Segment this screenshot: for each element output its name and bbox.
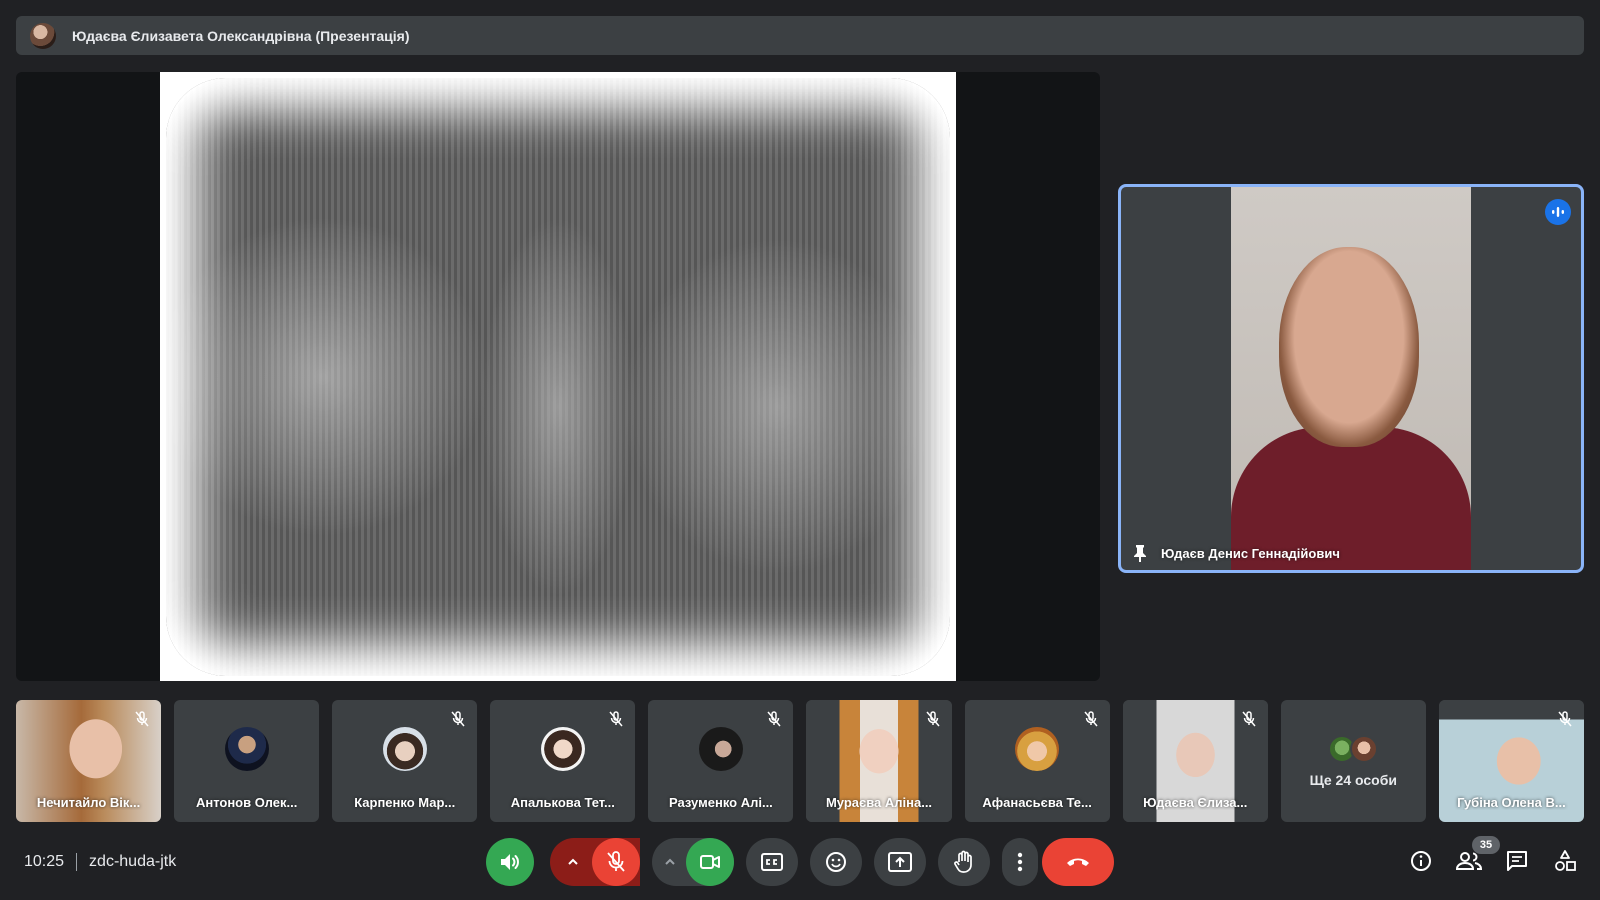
participant-tile[interactable]: Афанасьєва Те...: [964, 700, 1110, 822]
pin-icon[interactable]: [1131, 544, 1149, 562]
participant-name: Афанасьєва Те...: [982, 795, 1092, 810]
mic-off-icon: [922, 708, 944, 730]
chat-icon: [1507, 851, 1527, 871]
mic-off-icon: [1238, 708, 1260, 730]
speaking-indicator-icon: [1545, 199, 1571, 225]
captions-button[interactable]: [746, 838, 798, 886]
participant-avatar: [540, 727, 585, 771]
meeting-time: 10:25: [24, 853, 65, 870]
chevron-up-icon: [665, 858, 675, 865]
mic-off-icon: [447, 708, 469, 730]
present-screen-icon: [888, 852, 912, 872]
participant-tile[interactable]: Юдаєва Єлиза...: [1122, 700, 1268, 822]
present-button[interactable]: [874, 838, 926, 886]
mic-off-icon: [1080, 708, 1102, 730]
presenter-name: Юдаєва Єлизавета Олександрівна (Презента…: [72, 27, 410, 44]
hand-icon: [954, 850, 972, 873]
presentation-slide: [160, 72, 956, 681]
audio-output-button[interactable]: [486, 838, 534, 886]
participant-filmstrip: Нечитайло Вік... Антонов Олек... Карпенк…: [16, 700, 1584, 822]
slide-photo: [166, 77, 950, 676]
more-vert-icon: [1017, 852, 1023, 872]
mic-off-icon: [131, 708, 153, 730]
chat-button[interactable]: [1504, 848, 1530, 874]
mic-toggle-button[interactable]: [592, 838, 640, 886]
meeting-code: zdc-huda-jtk: [89, 853, 177, 870]
mic-off-icon: [763, 708, 785, 730]
mic-off-icon: [607, 851, 625, 872]
speaker-head: [1279, 247, 1419, 447]
participant-avatar: [1015, 727, 1060, 771]
more-participants-avatars: [1328, 735, 1379, 763]
participant-avatar: [698, 727, 743, 771]
more-participants-label: Ще 24 особи: [1309, 772, 1397, 788]
participant-name: Губіна Олена В...: [1457, 795, 1566, 810]
mic-off-icon: [605, 708, 627, 730]
participant-name: Апалькова Тет...: [510, 795, 615, 810]
mic-off-icon: [1554, 708, 1576, 730]
participant-name: Мураєва Аліна...: [825, 795, 933, 810]
speaker-video: [1231, 187, 1471, 570]
participant-name: Разуменко Алі...: [669, 795, 773, 810]
people-icon: [1456, 852, 1482, 870]
active-speaker-tile[interactable]: Юдаєв Денис Геннадійович: [1118, 184, 1584, 573]
participant-tile[interactable]: Апалькова Тет...: [490, 700, 636, 822]
control-bar: 10:25 zdc-huda-jtk 35: [0, 836, 1600, 900]
videocam-icon: [700, 855, 720, 869]
activities-icon: [1555, 850, 1576, 871]
chevron-up-icon: [568, 858, 578, 865]
presenter-avatar: [30, 22, 56, 49]
participant-tile[interactable]: Антонов Олек...: [174, 700, 320, 822]
divider: [76, 853, 78, 871]
participant-tile[interactable]: Мураєва Аліна...: [806, 700, 952, 822]
activities-button[interactable]: [1552, 848, 1578, 874]
raise-hand-button[interactable]: [938, 838, 990, 886]
more-options-button[interactable]: [1002, 838, 1038, 886]
participant-name: Карпенко Мар...: [354, 795, 456, 810]
info-icon: [1411, 851, 1431, 871]
volume-icon: [501, 854, 519, 870]
people-button[interactable]: [1456, 848, 1482, 874]
call-end-icon: [1067, 858, 1089, 866]
presenter-bar: Юдаєва Єлизавета Олександрівна (Презента…: [16, 16, 1584, 55]
speaker-label: Юдаєв Денис Геннадійович: [1131, 544, 1340, 562]
speaker-name: Юдаєв Денис Геннадійович: [1161, 545, 1340, 561]
participant-name: Юдаєва Єлиза...: [1143, 795, 1248, 810]
participant-tile[interactable]: Нечитайло Вік...: [16, 700, 162, 822]
reactions-button[interactable]: [810, 838, 862, 886]
participant-avatar: [382, 727, 427, 771]
participant-tile[interactable]: Разуменко Алі...: [648, 700, 794, 822]
camera-toggle-button[interactable]: [686, 838, 734, 886]
leave-call-button[interactable]: [1042, 838, 1114, 886]
participant-avatar: [224, 727, 269, 771]
meeting-info-button[interactable]: [1408, 848, 1434, 874]
closed-caption-icon: [761, 853, 783, 871]
emoji-icon: [826, 852, 846, 872]
presentation-stage[interactable]: [16, 72, 1100, 681]
participant-name: Антонов Олек...: [195, 795, 298, 810]
participant-tile[interactable]: Карпенко Мар...: [332, 700, 478, 822]
meeting-details: 10:25 zdc-huda-jtk: [24, 853, 176, 871]
participant-name: Нечитайло Вік...: [36, 795, 141, 810]
participant-tile[interactable]: Губіна Олена В...: [1438, 700, 1584, 822]
more-participants-tile[interactable]: Ще 24 особи: [1280, 700, 1426, 822]
